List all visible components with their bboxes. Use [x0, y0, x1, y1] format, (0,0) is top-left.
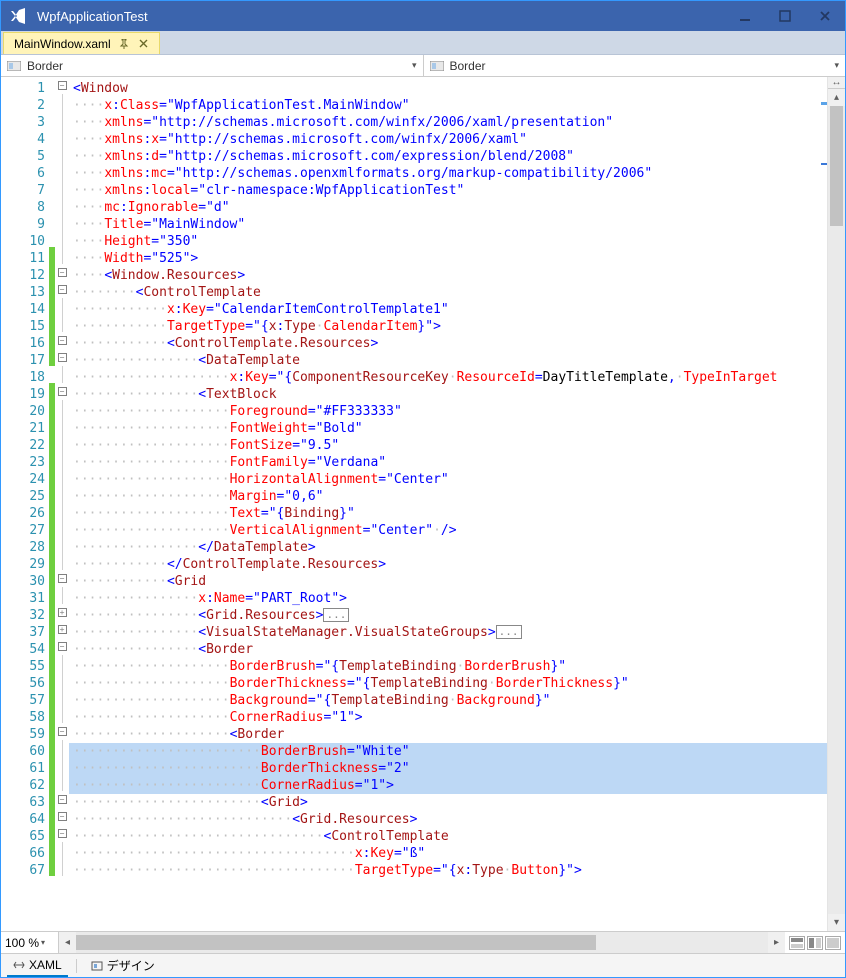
scroll-right-icon[interactable]: ▸: [768, 932, 785, 953]
maximize-button[interactable]: [765, 1, 805, 31]
nav-scope-label: Border: [27, 59, 63, 73]
xaml-tab-label: XAML: [29, 958, 62, 972]
element-icon: [7, 61, 21, 71]
scroll-up-icon[interactable]: ▴: [828, 89, 845, 106]
close-button[interactable]: [805, 1, 845, 31]
code-area[interactable]: <Window····x:Class="WpfApplicationTest.M…: [69, 77, 827, 931]
minimize-button[interactable]: [725, 1, 765, 31]
arrows-icon: [13, 960, 25, 970]
chevron-down-icon: ▾: [834, 60, 839, 71]
nav-member-dropdown[interactable]: Border ▾: [424, 55, 846, 76]
split-view-buttons: [785, 936, 845, 950]
chevron-down-icon: ▾: [41, 938, 45, 947]
element-icon: [430, 61, 444, 71]
xaml-tab[interactable]: XAML: [7, 954, 68, 977]
scroll-left-icon[interactable]: ◂: [59, 932, 76, 953]
tab-separator: [76, 959, 77, 973]
nav-bar: Border ▾ Border ▾: [1, 55, 845, 77]
tab-mainwindow-xaml[interactable]: MainWindow.xaml: [3, 32, 160, 54]
tab-label: MainWindow.xaml: [14, 37, 111, 51]
pin-icon[interactable]: [117, 37, 131, 51]
hscroll-track[interactable]: [76, 932, 768, 953]
scroll-track[interactable]: [828, 106, 845, 914]
code-editor[interactable]: 1234567891011121314151617181920212223242…: [1, 77, 845, 931]
design-tab-label: デザイン: [107, 957, 155, 974]
horizontal-scrollbar[interactable]: ◂ ▸: [59, 932, 785, 953]
fold-column: −−−−−−−++−−−−−: [55, 77, 69, 931]
document-tab-row: MainWindow.xaml: [1, 31, 845, 55]
scroll-thumb[interactable]: [830, 106, 843, 226]
window-title: WpfApplicationTest: [37, 9, 148, 24]
editor-status-row: 100 % ▾ ◂ ▸: [1, 931, 845, 953]
close-tab-icon[interactable]: [137, 37, 151, 51]
split-vertical-button[interactable]: [807, 936, 823, 950]
split-handle-icon[interactable]: ↔: [828, 77, 845, 89]
hscroll-thumb[interactable]: [76, 935, 596, 950]
scroll-down-icon[interactable]: ▾: [828, 914, 845, 931]
nav-member-label: Border: [450, 59, 486, 73]
vs-logo-icon: [9, 7, 27, 25]
design-tab[interactable]: デザイン: [85, 954, 161, 977]
vertical-scrollbar[interactable]: ↔ ▴ ▾: [827, 77, 845, 931]
line-number-gutter: 1234567891011121314151617181920212223242…: [1, 77, 49, 931]
split-horizontal-button[interactable]: [789, 936, 805, 950]
zoom-dropdown[interactable]: 100 % ▾: [1, 932, 59, 953]
titlebar[interactable]: WpfApplicationTest: [1, 1, 845, 31]
designer-tab-bar: XAML デザイン: [1, 953, 845, 977]
chevron-down-icon: ▾: [412, 60, 417, 71]
split-none-button[interactable]: [825, 936, 841, 950]
app-window: WpfApplicationTest MainWindow.xaml Borde…: [0, 0, 846, 978]
zoom-value: 100 %: [5, 936, 39, 950]
nav-scope-dropdown[interactable]: Border ▾: [1, 55, 424, 76]
design-icon: [91, 961, 103, 971]
